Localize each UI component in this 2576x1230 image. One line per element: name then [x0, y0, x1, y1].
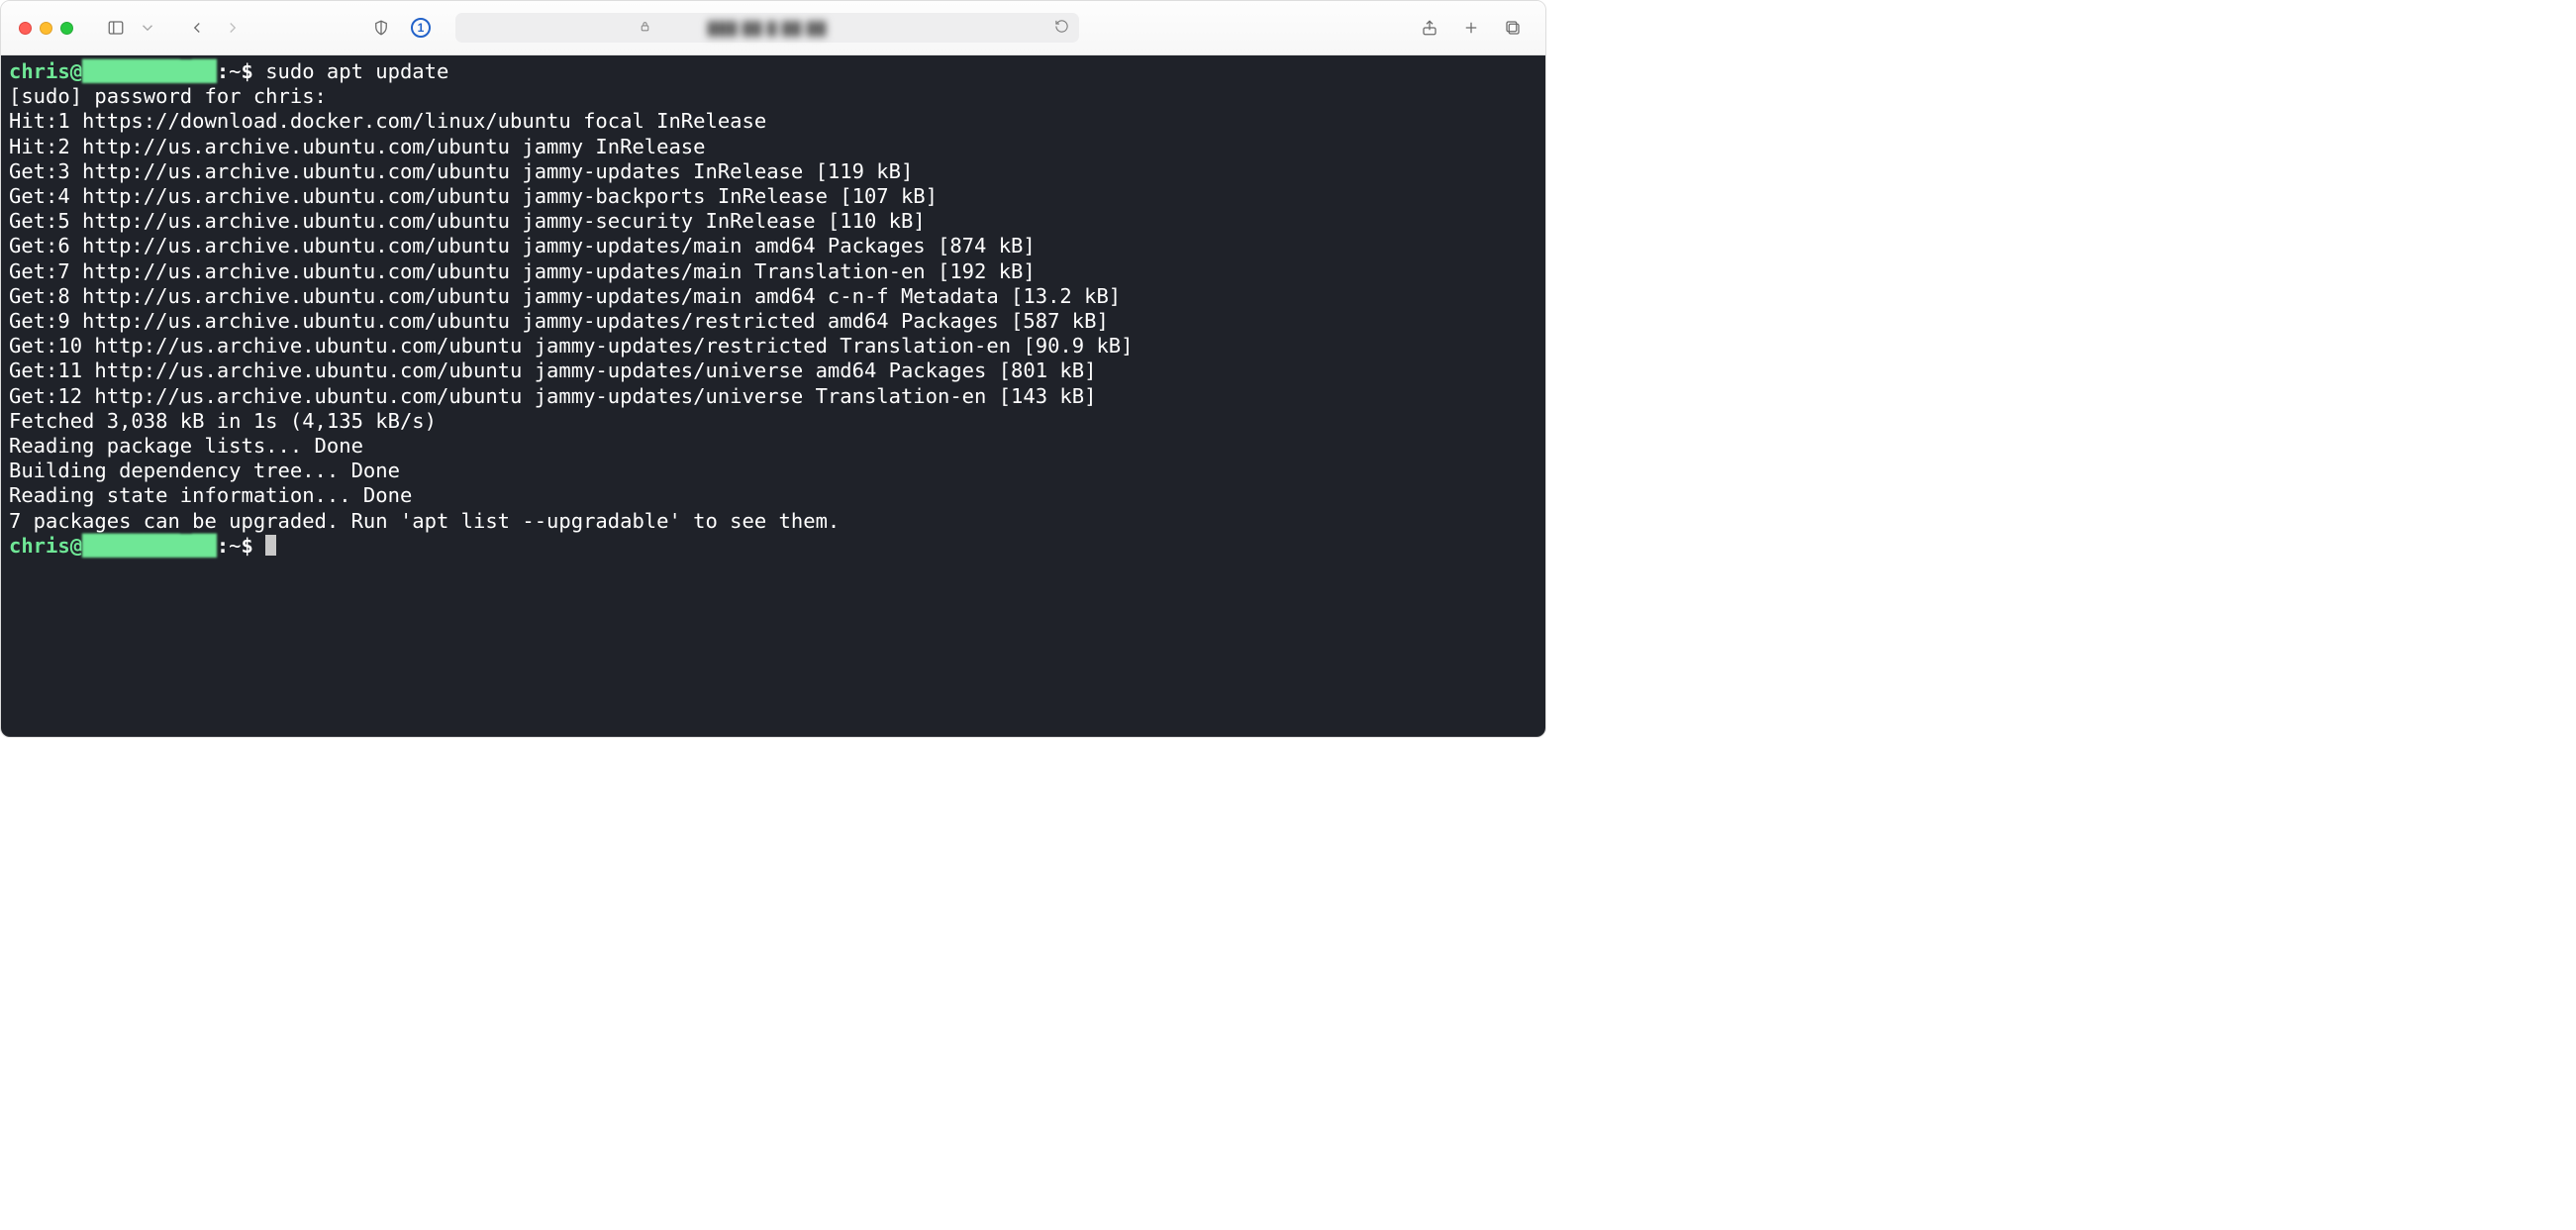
terminal-line: Building dependency tree... Done: [9, 459, 1537, 483]
command-text: sudo apt update: [265, 59, 448, 83]
minimize-window-button[interactable]: [40, 22, 52, 35]
terminal-output[interactable]: chris@████████ ██:~$ sudo apt update[sud…: [1, 55, 1545, 737]
terminal-cursor: [265, 535, 276, 556]
browser-window: 1 ███ ██ █ ██ ██ chris@████████ ██:~: [0, 0, 1546, 738]
tab-groups-dropdown[interactable]: [133, 13, 162, 43]
lock-icon: [639, 20, 651, 36]
forward-button[interactable]: [218, 13, 248, 43]
prompt-user: chris@: [9, 59, 82, 83]
back-button[interactable]: [182, 13, 212, 43]
new-tab-button[interactable]: [1456, 13, 1486, 43]
terminal-line: 7 packages can be upgraded. Run 'apt lis…: [9, 509, 1537, 534]
prompt-sigil: $: [242, 534, 253, 558]
fullscreen-window-button[interactable]: [60, 22, 73, 35]
window-controls: [19, 22, 73, 35]
prompt-host: ████████ ██: [82, 59, 217, 83]
terminal-line: [sudo] password for chris:: [9, 84, 1537, 109]
terminal-line: Fetched 3,038 kB in 1s (4,135 kB/s): [9, 409, 1537, 434]
sidebar-toggle-button[interactable]: [101, 13, 131, 43]
terminal-line: Reading package lists... Done: [9, 434, 1537, 459]
prompt-user: chris@: [9, 534, 82, 558]
prompt-sigil: $: [242, 59, 253, 83]
onepassword-extension-button[interactable]: 1: [406, 13, 436, 43]
privacy-shield-icon[interactable]: [366, 13, 396, 43]
prompt-path: ~: [229, 59, 241, 83]
prompt-separator: :: [217, 59, 229, 83]
terminal-line: Get:8 http://us.archive.ubuntu.com/ubunt…: [9, 284, 1537, 309]
close-window-button[interactable]: [19, 22, 32, 35]
onepassword-icon: 1: [411, 18, 431, 38]
terminal-line: Hit:1 https://download.docker.com/linux/…: [9, 109, 1537, 134]
terminal-line: Get:5 http://us.archive.ubuntu.com/ubunt…: [9, 209, 1537, 234]
prompt-line: chris@████████ ██:~$ sudo apt update: [9, 59, 1537, 84]
url-text: ███ ██ █ ██ ██: [708, 21, 828, 36]
prompt-separator: :: [217, 534, 229, 558]
terminal-line: Get:6 http://us.archive.ubuntu.com/ubunt…: [9, 234, 1537, 258]
address-bar[interactable]: ███ ██ █ ██ ██: [455, 13, 1079, 43]
terminal-line: Get:3 http://us.archive.ubuntu.com/ubunt…: [9, 159, 1537, 184]
prompt-path: ~: [229, 534, 241, 558]
terminal-line: Get:11 http://us.archive.ubuntu.com/ubun…: [9, 359, 1537, 383]
browser-toolbar: 1 ███ ██ █ ██ ██: [1, 1, 1545, 55]
terminal-line: Get:4 http://us.archive.ubuntu.com/ubunt…: [9, 184, 1537, 209]
terminal-line: Get:7 http://us.archive.ubuntu.com/ubunt…: [9, 259, 1537, 284]
tab-overview-button[interactable]: [1498, 13, 1528, 43]
terminal-line: Reading state information... Done: [9, 483, 1537, 508]
terminal-line: Get:9 http://us.archive.ubuntu.com/ubunt…: [9, 309, 1537, 334]
reload-button[interactable]: [1054, 19, 1069, 37]
prompt-host: ████████ ██: [82, 534, 217, 558]
terminal-line: Get:12 http://us.archive.ubuntu.com/ubun…: [9, 384, 1537, 409]
share-button[interactable]: [1415, 13, 1444, 43]
prompt-line: chris@████████ ██:~$: [9, 534, 1537, 559]
terminal-line: Hit:2 http://us.archive.ubuntu.com/ubunt…: [9, 135, 1537, 159]
terminal-line: Get:10 http://us.archive.ubuntu.com/ubun…: [9, 334, 1537, 359]
